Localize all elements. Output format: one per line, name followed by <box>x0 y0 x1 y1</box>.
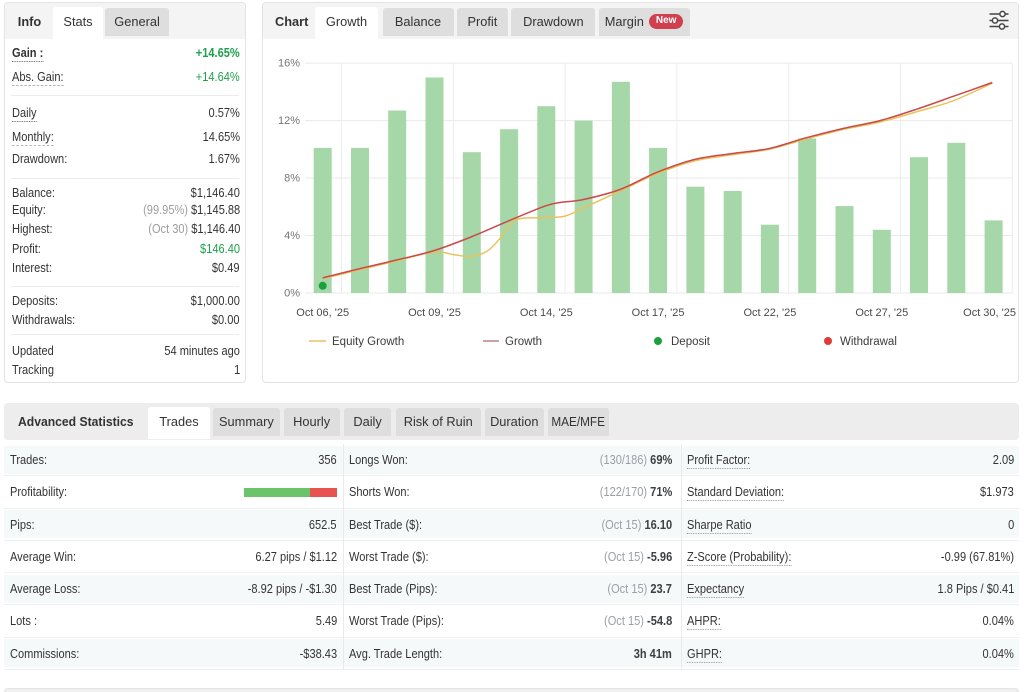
svg-text:Growth: Growth <box>505 336 542 348</box>
svg-text:16%: 16% <box>278 58 300 70</box>
svg-text:Oct 30, '25: Oct 30, '25 <box>963 307 1016 319</box>
svg-text:Oct 06, '25: Oct 06, '25 <box>296 307 349 319</box>
svg-text:Oct 22, '25: Oct 22, '25 <box>743 307 796 319</box>
svg-text:Oct 27, '25: Oct 27, '25 <box>855 307 908 319</box>
svg-text:Deposit: Deposit <box>671 336 711 348</box>
svg-text:12%: 12% <box>278 115 300 127</box>
svg-text:Equity Growth: Equity Growth <box>332 336 404 348</box>
svg-text:8%: 8% <box>284 173 300 185</box>
svg-text:0%: 0% <box>284 288 300 300</box>
svg-text:4%: 4% <box>284 230 300 242</box>
svg-text:Oct 09, '25: Oct 09, '25 <box>408 307 461 319</box>
svg-text:Oct 17, '25: Oct 17, '25 <box>632 307 685 319</box>
svg-text:Oct 14, '25: Oct 14, '25 <box>520 307 573 319</box>
svg-text:Withdrawal: Withdrawal <box>840 336 897 348</box>
